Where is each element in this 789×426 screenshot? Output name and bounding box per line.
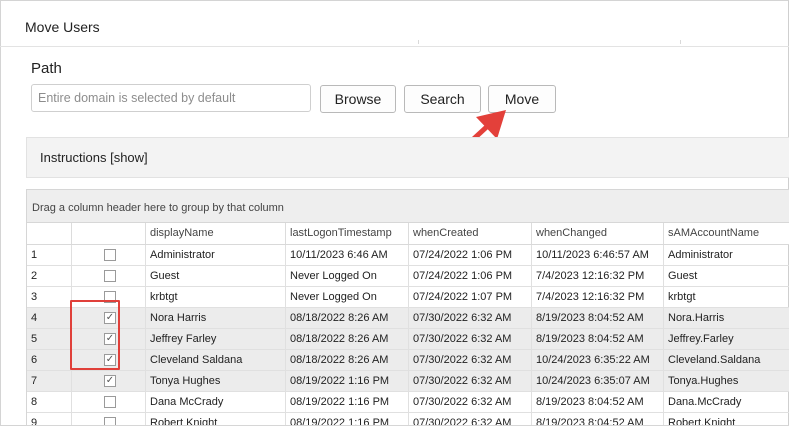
cell-whencreated: 07/30/2022 6:32 AM xyxy=(409,371,532,391)
column-header-samaccountname[interactable]: sAMAccountName xyxy=(664,223,789,244)
column-header-whencreated[interactable]: whenCreated xyxy=(409,223,532,244)
cell-whenchanged: 8/19/2023 8:04:52 AM xyxy=(532,413,664,425)
title-separator xyxy=(0,46,789,47)
cell-whenchanged: 8/19/2023 8:04:52 AM xyxy=(532,329,664,349)
row-number: 2 xyxy=(27,266,72,286)
table-row[interactable]: 5 ✓ Jeffrey Farley 08/18/2022 8:26 AM 07/30/… xyxy=(27,329,789,350)
row-number: 1 xyxy=(27,245,72,265)
table-row[interactable]: 9 Robert Knight 08/19/2022 1:16 PM 07/30/20… xyxy=(27,413,789,426)
cell-lastlogontimestamp: Never Logged On xyxy=(286,266,409,286)
group-by-hint: Drag a column header here to group by th… xyxy=(32,202,284,214)
cell-lastlogontimestamp: 10/11/2023 6:46 AM xyxy=(286,245,409,265)
cell-lastlogontimestamp: 08/19/2022 1:16 PM xyxy=(286,392,409,412)
row-checkbox[interactable] xyxy=(104,396,116,408)
row-number: 3 xyxy=(27,287,72,307)
row-checkbox[interactable] xyxy=(104,270,116,282)
instructions-panel[interactable]: Instructions [show] xyxy=(26,137,789,178)
cell-samaccountname: Tonya.Hughes xyxy=(668,375,739,387)
cell-displayname: krbtgt xyxy=(146,287,286,307)
cell-lastlogontimestamp: 08/18/2022 8:26 AM xyxy=(286,329,409,349)
cell-whencreated: 07/24/2022 1:07 PM xyxy=(409,287,532,307)
cell-samaccountname: Dana.McCrady xyxy=(668,396,742,408)
cell-samaccountname: Administrator xyxy=(668,249,733,261)
cell-samaccountname: Jeffrey.Farley xyxy=(668,333,734,345)
cell-samaccountname: Robert.Knight xyxy=(668,417,736,426)
group-by-panel[interactable]: Drag a column header here to group by th… xyxy=(27,190,789,223)
row-select-cell xyxy=(72,413,146,425)
row-number: 5 xyxy=(27,329,72,349)
cell-displayname: Guest xyxy=(146,266,286,286)
table-row[interactable]: 3 krbtgt Never Logged On 07/24/2022 1:07 PM… xyxy=(27,287,789,308)
cell-displayname: Jeffrey Farley xyxy=(146,329,286,349)
row-number: 9 xyxy=(27,413,72,425)
cell-whencreated: 07/30/2022 6:32 AM xyxy=(409,329,532,349)
cell-whenchanged: 10/24/2023 6:35:07 AM xyxy=(532,371,664,391)
cell-displayname: Robert Knight xyxy=(146,413,286,425)
cell-whencreated: 07/30/2022 6:32 AM xyxy=(409,413,532,425)
cell-whencreated: 07/30/2022 6:32 AM xyxy=(409,350,532,370)
select-all-header xyxy=(72,223,146,244)
cell-displayname: Cleveland Saldana xyxy=(146,350,286,370)
column-header-lastlogontimestamp[interactable]: lastLogonTimestamp xyxy=(286,223,409,244)
cell-displayname: Nora Harris xyxy=(146,308,286,328)
table-row[interactable]: 2 Guest Never Logged On 07/24/2022 1:06 PM 7… xyxy=(27,266,789,287)
table-row[interactable]: 1 Administrator 10/11/2023 6:46 AM 07/24/20… xyxy=(27,245,789,266)
cell-displayname: Administrator xyxy=(146,245,286,265)
users-grid: Drag a column header here to group by th… xyxy=(26,189,789,426)
cell-lastlogontimestamp: 08/18/2022 8:26 AM xyxy=(286,350,409,370)
table-row[interactable]: 6 ✓ Cleveland Saldana 08/18/2022 8:26 AM 07/… xyxy=(27,350,789,371)
row-number: 7 xyxy=(27,371,72,391)
row-checkbox[interactable] xyxy=(104,249,116,261)
row-checkbox[interactable]: ✓ xyxy=(104,375,116,387)
path-input[interactable] xyxy=(31,84,311,112)
row-number: 4 xyxy=(27,308,72,328)
row-select-cell xyxy=(72,392,146,412)
cell-whencreated: 07/24/2022 1:06 PM xyxy=(409,266,532,286)
row-checkbox[interactable] xyxy=(104,417,116,425)
instructions-toggle[interactable]: Instructions [show] xyxy=(40,150,148,165)
table-row[interactable]: 8 Dana McCrady 08/19/2022 1:16 PM 07/30/202… xyxy=(27,392,789,413)
cell-whenchanged: 7/4/2023 12:16:32 PM xyxy=(532,287,664,307)
row-select-cell xyxy=(72,245,146,265)
cell-samaccountname: krbtgt xyxy=(668,291,696,303)
cell-whencreated: 07/24/2022 1:06 PM xyxy=(409,245,532,265)
row-number: 6 xyxy=(27,350,72,370)
column-header-whenchanged[interactable]: whenChanged xyxy=(532,223,664,244)
cell-displayname: Dana McCrady xyxy=(146,392,286,412)
table-row[interactable]: 4 ✓ Nora Harris 08/18/2022 8:26 AM 07/30/202… xyxy=(27,308,789,329)
cell-samaccountname: Cleveland.Saldana xyxy=(668,354,761,366)
cell-whenchanged: 8/19/2023 8:04:52 AM xyxy=(532,392,664,412)
cell-whencreated: 07/30/2022 6:32 AM xyxy=(409,392,532,412)
table-row[interactable]: 7 ✓ Tonya Hughes 08/19/2022 1:16 PM 07/30/20… xyxy=(27,371,789,392)
panel-divider xyxy=(680,40,681,44)
cell-whenchanged: 10/11/2023 6:46:57 AM xyxy=(532,245,664,265)
cell-lastlogontimestamp: 08/19/2022 1:16 PM xyxy=(286,413,409,425)
row-number-header xyxy=(27,223,72,244)
row-select-cell xyxy=(72,266,146,286)
path-label: Path xyxy=(31,60,62,77)
row-number: 8 xyxy=(27,392,72,412)
column-header-displayname[interactable]: displayName xyxy=(146,223,286,244)
cell-displayname: Tonya Hughes xyxy=(146,371,286,391)
cell-lastlogontimestamp: 08/18/2022 8:26 AM xyxy=(286,308,409,328)
row-select-cell: ✓ xyxy=(72,371,146,391)
window-title: Move Users xyxy=(25,19,100,35)
cell-lastlogontimestamp: 08/19/2022 1:16 PM xyxy=(286,371,409,391)
cell-whenchanged: 8/19/2023 8:04:52 AM xyxy=(532,308,664,328)
panel-divider xyxy=(418,40,419,44)
cell-lastlogontimestamp: Never Logged On xyxy=(286,287,409,307)
grid-header: displayName lastLogonTimestamp whenCreat… xyxy=(27,223,789,245)
cell-whencreated: 07/30/2022 6:32 AM xyxy=(409,308,532,328)
selection-highlight-box xyxy=(70,300,120,370)
cell-whenchanged: 10/24/2023 6:35:22 AM xyxy=(532,350,664,370)
browse-button[interactable]: Browse xyxy=(320,85,396,113)
cell-samaccountname: Guest xyxy=(668,270,698,282)
cell-whenchanged: 7/4/2023 12:16:32 PM xyxy=(532,266,664,286)
cell-samaccountname: Nora.Harris xyxy=(668,312,725,324)
